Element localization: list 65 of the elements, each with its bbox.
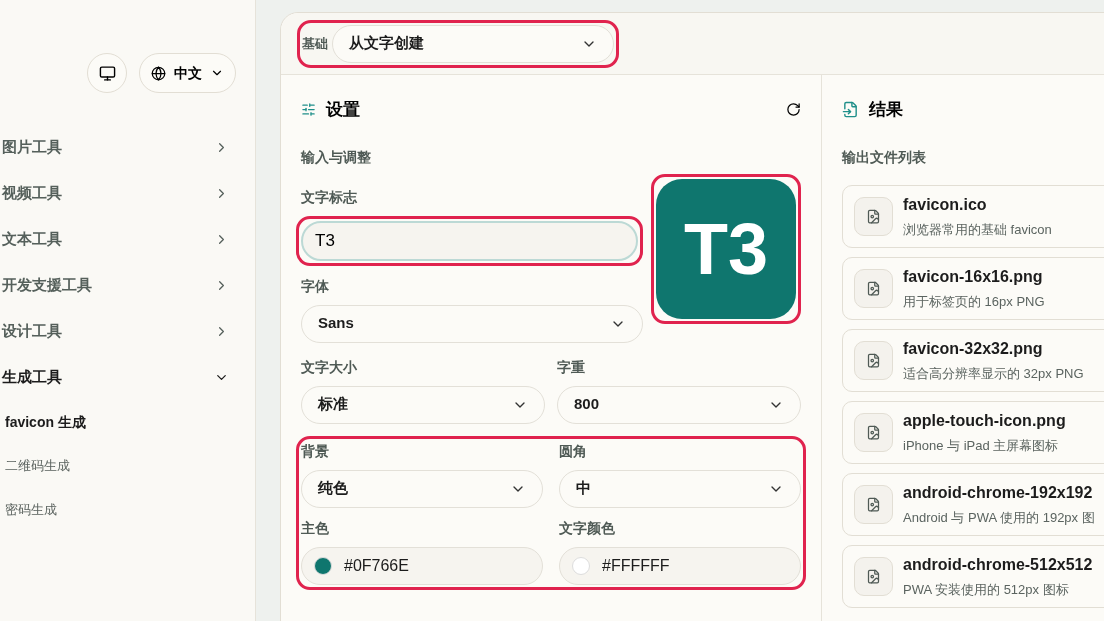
file-name: favicon-32x32.png: [903, 338, 1044, 359]
radius-select[interactable]: 中: [559, 469, 801, 508]
language-button[interactable]: 中文: [139, 53, 236, 93]
nav-subitem[interactable]: favicon 生成: [0, 400, 255, 444]
size-select[interactable]: 标准: [301, 385, 545, 424]
file-description: 浏览器常用的基础 favicon: [903, 220, 1052, 239]
sliders-icon: [301, 102, 316, 118]
image-file-icon: [854, 556, 893, 596]
field-label: 圆角: [559, 441, 588, 461]
file-card[interactable]: favicon-16x16.png 用于标签页的 16px PNG: [842, 256, 1104, 320]
image-file-icon: [854, 484, 893, 524]
section-title: 输入与调整: [301, 147, 372, 167]
nav-item[interactable]: 开发支援工具: [0, 262, 255, 308]
file-card[interactable]: apple-touch-icon.png iPhone 与 iPad 主屏幕图标: [842, 400, 1104, 464]
panel-title: 结果: [869, 99, 903, 121]
field-label: 文字颜色: [559, 518, 616, 538]
file-name: apple-touch-icon.png: [903, 410, 1066, 431]
file-card[interactable]: android-chrome-192x192 Android 与 PWA 使用的 192px 图: [842, 472, 1104, 536]
nav-subitem[interactable]: 密码生成: [0, 488, 255, 532]
nav-item[interactable]: 文本工具: [0, 216, 255, 262]
text-mark-field[interactable]: T3: [301, 220, 638, 261]
image-file-icon: [854, 196, 893, 236]
file-description: PWA 安装使用的 512px 图标: [903, 580, 1070, 599]
field-label: 字体: [301, 276, 330, 296]
field-label: 背景: [301, 441, 330, 461]
file-card[interactable]: favicon.ico 浏览器常用的基础 favicon: [842, 184, 1104, 248]
field-label: 文字大小: [301, 357, 358, 377]
file-description: iPhone 与 iPad 主屏幕图标: [903, 436, 1060, 455]
field-label: 主色: [301, 518, 330, 538]
file-name: favicon.ico: [903, 194, 988, 215]
file-name: android-chrome-512x512: [903, 554, 1093, 575]
mode-select[interactable]: 从文字创建: [332, 24, 614, 63]
nav-item[interactable]: 生成工具: [0, 354, 255, 400]
background-select[interactable]: 纯色: [301, 469, 543, 508]
file-description: 适合高分辨率显示的 32px PNG: [903, 364, 1084, 383]
file-icon: [842, 101, 859, 119]
file-card[interactable]: android-chrome-512x512 PWA 安装使用的 512px 图标: [842, 544, 1104, 608]
image-file-icon: [854, 340, 893, 380]
field-label: 文字标志: [301, 187, 358, 207]
image-file-icon: [854, 412, 893, 452]
image-file-icon: [854, 268, 893, 308]
file-name: android-chrome-192x192: [903, 482, 1094, 503]
reset-icon[interactable]: [786, 102, 801, 118]
nav-item[interactable]: 设计工具: [0, 308, 255, 354]
monitor-button[interactable]: [87, 53, 127, 93]
color-field[interactable]: #0F766E: [301, 546, 543, 585]
color-field[interactable]: #FFFFFF: [559, 546, 801, 585]
color-value: #FFFFFF: [602, 555, 670, 576]
color-value: #0F766E: [344, 555, 409, 576]
file-description: 用于标签页的 16px PNG: [903, 292, 1045, 311]
file-name: favicon-16x16.png: [903, 266, 1044, 287]
globe-icon: [151, 65, 166, 81]
file-card[interactable]: favicon-32x32.png 适合高分辨率显示的 32px PNG: [842, 328, 1104, 392]
section-title: 输出文件列表: [842, 147, 927, 167]
monitor-icon: [98, 64, 116, 82]
font-select[interactable]: Sans: [301, 304, 643, 343]
favicon-preview: T3: [656, 178, 796, 319]
panel-title: 设置: [326, 99, 360, 121]
weight-select[interactable]: 800: [557, 385, 801, 424]
nav-item[interactable]: 视频工具: [0, 170, 255, 216]
nav-item[interactable]: 图片工具: [0, 124, 255, 170]
field-label: 字重: [557, 357, 586, 377]
nav-subitem[interactable]: 二维码生成: [0, 444, 255, 488]
mode-label: 基础: [302, 34, 328, 53]
file-description: Android 与 PWA 使用的 192px 图: [903, 508, 1095, 527]
